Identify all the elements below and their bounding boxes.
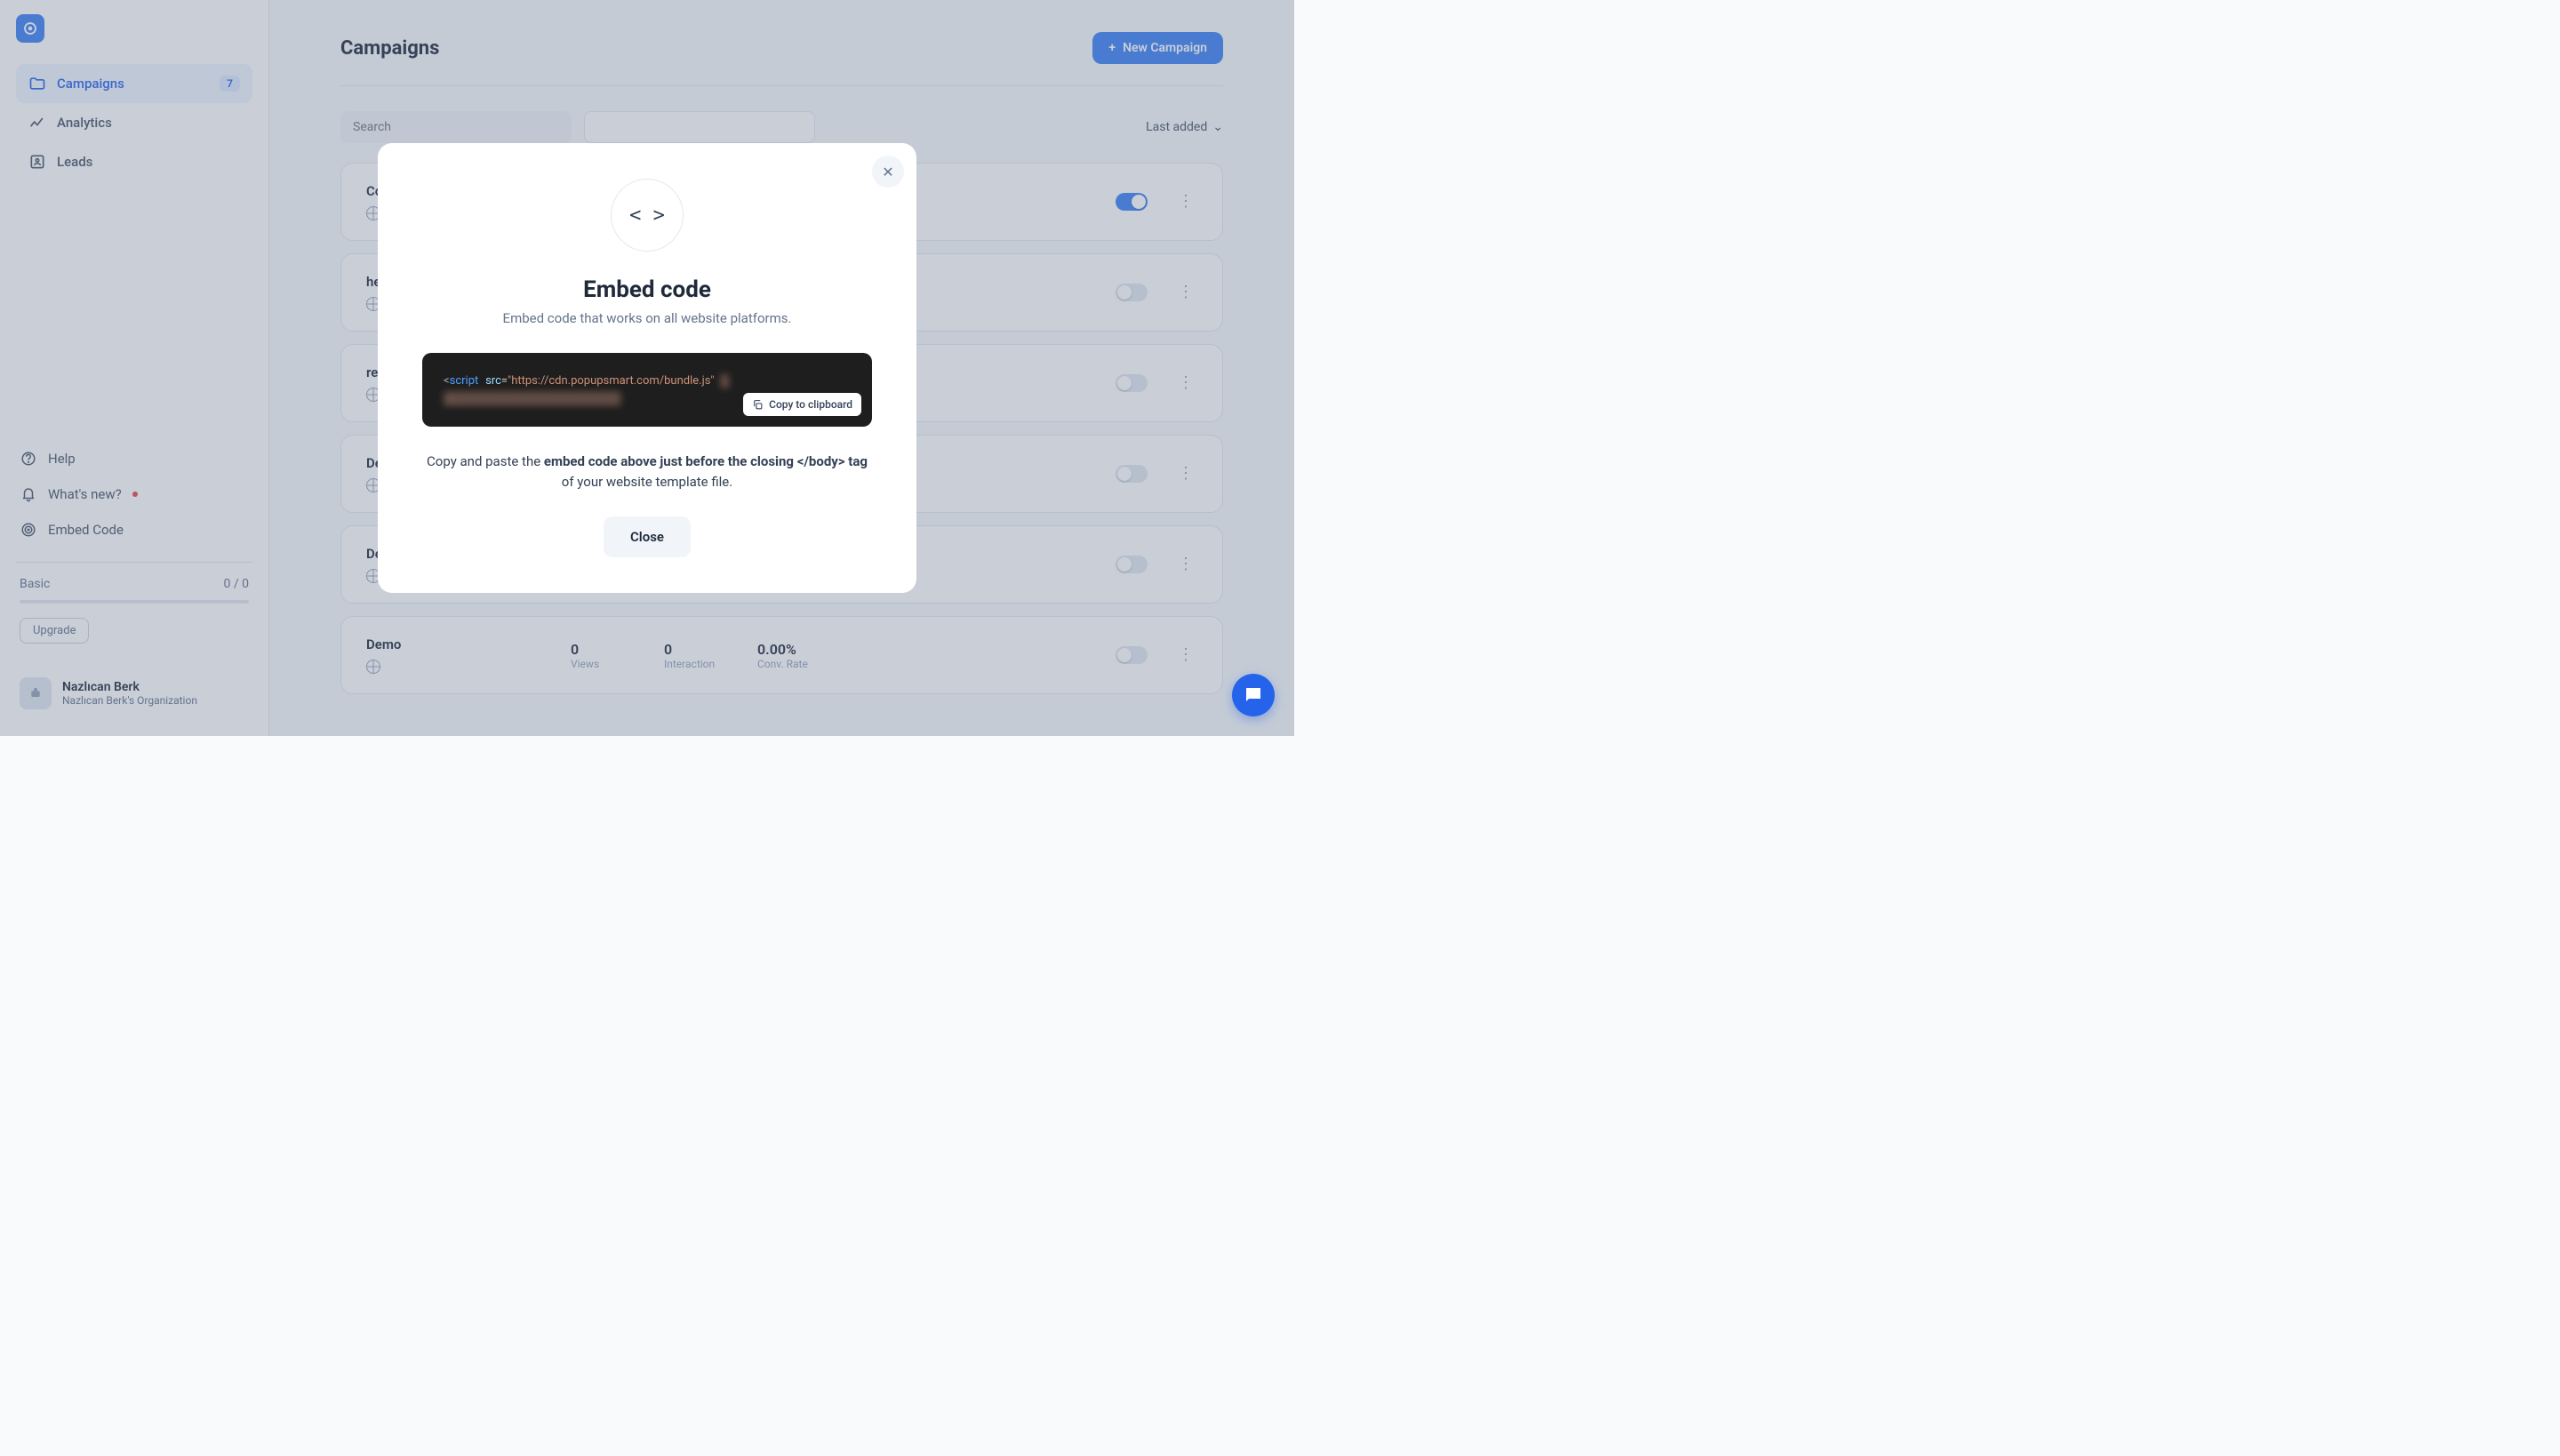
code-icon: < >	[611, 179, 684, 252]
modal-subtitle: Embed code that works on all website pla…	[422, 310, 872, 326]
chat-icon	[1243, 684, 1264, 706]
modal-overlay[interactable]: ✕ < > Embed code Embed code that works o…	[0, 0, 1294, 736]
close-button[interactable]: Close	[604, 516, 691, 557]
modal-description: Copy and paste the embed code above just…	[422, 452, 872, 492]
modal-title: Embed code	[422, 276, 872, 303]
close-icon-button[interactable]: ✕	[872, 156, 904, 188]
chat-fab[interactable]	[1232, 674, 1275, 716]
embed-code-modal: ✕ < > Embed code Embed code that works o…	[378, 143, 916, 593]
copy-to-clipboard-button[interactable]: Copy to clipboard	[743, 393, 861, 416]
code-block: <script src="https://cdn.popupsmart.com/…	[422, 353, 872, 427]
copy-icon	[752, 399, 764, 411]
